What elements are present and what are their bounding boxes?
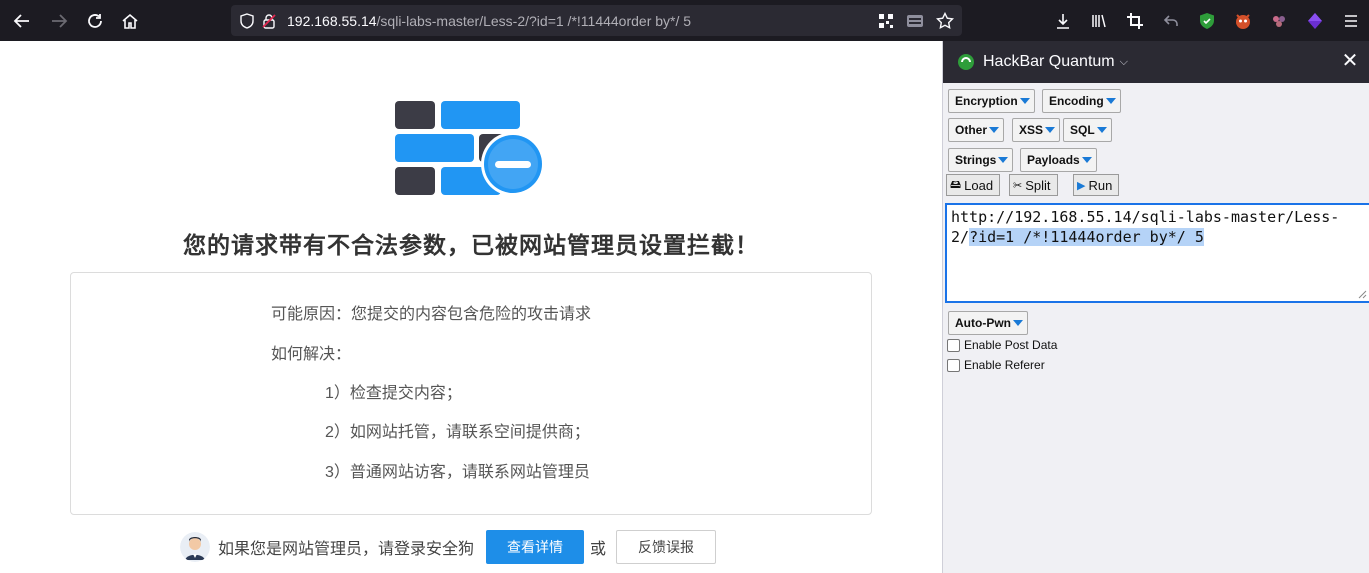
- run-button[interactable]: ▶ Run: [1073, 174, 1120, 196]
- checkbox[interactable]: [947, 358, 960, 372]
- reload-icon: [88, 13, 102, 28]
- dropdown-arrow-icon: [989, 127, 1000, 133]
- undo-arrow-icon: [1163, 14, 1178, 26]
- url-text[interactable]: 192.168.55.14/sqli-labs-master/Less-2/?i…: [287, 13, 691, 29]
- dropdown-arrow-icon: [1096, 127, 1107, 133]
- close-icon[interactable]: ✕: [1340, 51, 1360, 71]
- encoding-menu[interactable]: Encoding: [1042, 89, 1121, 113]
- sql-menu[interactable]: SQL: [1063, 118, 1112, 142]
- qr-code-icon[interactable]: [878, 13, 894, 29]
- extension-fox-mask[interactable]: [1225, 0, 1261, 41]
- dropdown-arrow-icon: [1081, 157, 1092, 163]
- app-menu-button[interactable]: [1333, 0, 1369, 41]
- hamburger-menu-icon: [1345, 14, 1357, 27]
- strings-menu[interactable]: Strings: [948, 148, 1014, 172]
- admin-footer: 如果您是网站管理员，请登录安全狗 查看详情 或 反馈误报: [180, 529, 717, 565]
- undo-extension-button[interactable]: [1153, 0, 1189, 41]
- library-icon: [1092, 14, 1106, 27]
- solution-item: 3）普通网站访客，请联系网站管理员: [325, 464, 590, 481]
- enable-referer-checkbox[interactable]: Enable Referer: [947, 356, 1045, 374]
- xss-menu[interactable]: XSS: [1012, 118, 1061, 142]
- url-bar[interactable]: 192.168.55.14/sqli-labs-master/Less-2/?i…: [231, 5, 962, 36]
- downloads-button[interactable]: [1045, 0, 1081, 41]
- url-selected-text: ?id=1 /*!11444order by*/ 5: [969, 228, 1204, 246]
- reason-text: 可能原因：您提交的内容包含危险的攻击请求: [271, 306, 592, 323]
- bookmark-star-icon[interactable]: [936, 11, 954, 30]
- solution-item: 1）检查提交内容；: [325, 385, 462, 402]
- back-button[interactable]: [4, 0, 40, 41]
- admin-avatar: [180, 532, 210, 562]
- reader-view-icon[interactable]: [906, 13, 924, 29]
- info-box: 可能原因：您提交的内容包含危险的攻击请求 如何解决： 1）检查提交内容； 2）如…: [70, 272, 872, 515]
- other-menu[interactable]: Other: [948, 118, 1005, 142]
- home-button[interactable]: [112, 0, 148, 41]
- load-button[interactable]: 🖴 Load: [946, 174, 1001, 196]
- firewall-brick-logo: [395, 101, 545, 196]
- crop-icon: [1127, 12, 1143, 29]
- view-details-button[interactable]: 查看详情: [486, 530, 585, 564]
- load-icon: 🖴: [950, 178, 962, 191]
- enable-post-checkbox[interactable]: Enable Post Data: [947, 336, 1057, 354]
- library-button[interactable]: [1081, 0, 1117, 41]
- cookie-dots-icon: [1273, 15, 1285, 27]
- forward-arrow-icon: [52, 13, 68, 28]
- encryption-menu[interactable]: Encryption: [948, 89, 1035, 113]
- back-arrow-icon: [13, 13, 29, 28]
- extension-purple-gem[interactable]: [1297, 0, 1333, 41]
- admin-prompt-text: 如果您是网站管理员，请登录安全狗: [218, 541, 475, 558]
- or-text: 或: [590, 541, 607, 558]
- dropdown-arrow-icon: [1105, 98, 1116, 104]
- run-icon: ▶: [1077, 179, 1086, 192]
- hackbar-sidebar: HackBar Quantum ⌵ ✕ Encryption Encoding …: [942, 41, 1369, 573]
- url-host: 192.168.55.14: [287, 12, 377, 29]
- checkbox[interactable]: [947, 338, 960, 352]
- forward-button[interactable]: [41, 0, 77, 41]
- hackbar-url-textarea[interactable]: http://192.168.55.14/sqli-labs-master/Le…: [945, 203, 1369, 303]
- download-icon: [1057, 13, 1069, 29]
- solution-item: 2）如网站托管，请联系空间提供商；: [325, 424, 590, 441]
- split-button[interactable]: ✂ Split: [1009, 174, 1058, 196]
- dropdown-arrow-icon: [1019, 98, 1030, 104]
- solve-label: 如何解决：: [271, 346, 352, 363]
- chevron-down-icon[interactable]: ⌵: [1120, 56, 1128, 69]
- resize-grip-icon[interactable]: [1357, 289, 1367, 299]
- sidebar-title: HackBar Quantum: [983, 53, 1115, 70]
- block-heading: 您的请求带有不合法参数，已被网站管理员设置拦截！: [183, 232, 759, 258]
- autopwn-menu[interactable]: Auto-Pwn: [948, 311, 1028, 335]
- insecure-lock-icon[interactable]: [259, 5, 279, 36]
- split-icon: ✂: [1013, 179, 1023, 192]
- hackbar-logo-icon: [958, 54, 974, 70]
- green-shield-icon: [1200, 12, 1214, 29]
- shield-icon[interactable]: [237, 5, 257, 36]
- reload-button[interactable]: [77, 0, 113, 41]
- extension-green-shield[interactable]: [1189, 0, 1225, 41]
- dropdown-arrow-icon: [998, 157, 1009, 163]
- home-icon: [122, 13, 138, 29]
- url-path: /sqli-labs-master/Less-2/?id=1 /*!11444o…: [376, 12, 692, 29]
- screenshot-button[interactable]: [1117, 0, 1153, 41]
- payloads-menu[interactable]: Payloads: [1020, 148, 1097, 172]
- dropdown-arrow-icon: [1013, 320, 1023, 326]
- browser-toolbar: 192.168.55.14/sqli-labs-master/Less-2/?i…: [0, 0, 1369, 41]
- fox-mask-icon: [1236, 13, 1250, 29]
- report-false-positive-button[interactable]: 反馈误报: [616, 530, 717, 564]
- dropdown-arrow-icon: [1045, 127, 1056, 133]
- blocked-page: 您的请求带有不合法参数，已被网站管理员设置拦截！ 可能原因：您提交的内容包含危险…: [0, 41, 942, 573]
- sidebar-header[interactable]: HackBar Quantum ⌵ ✕: [943, 41, 1369, 83]
- purple-gem-icon: [1308, 12, 1322, 29]
- extension-dots[interactable]: [1261, 0, 1297, 41]
